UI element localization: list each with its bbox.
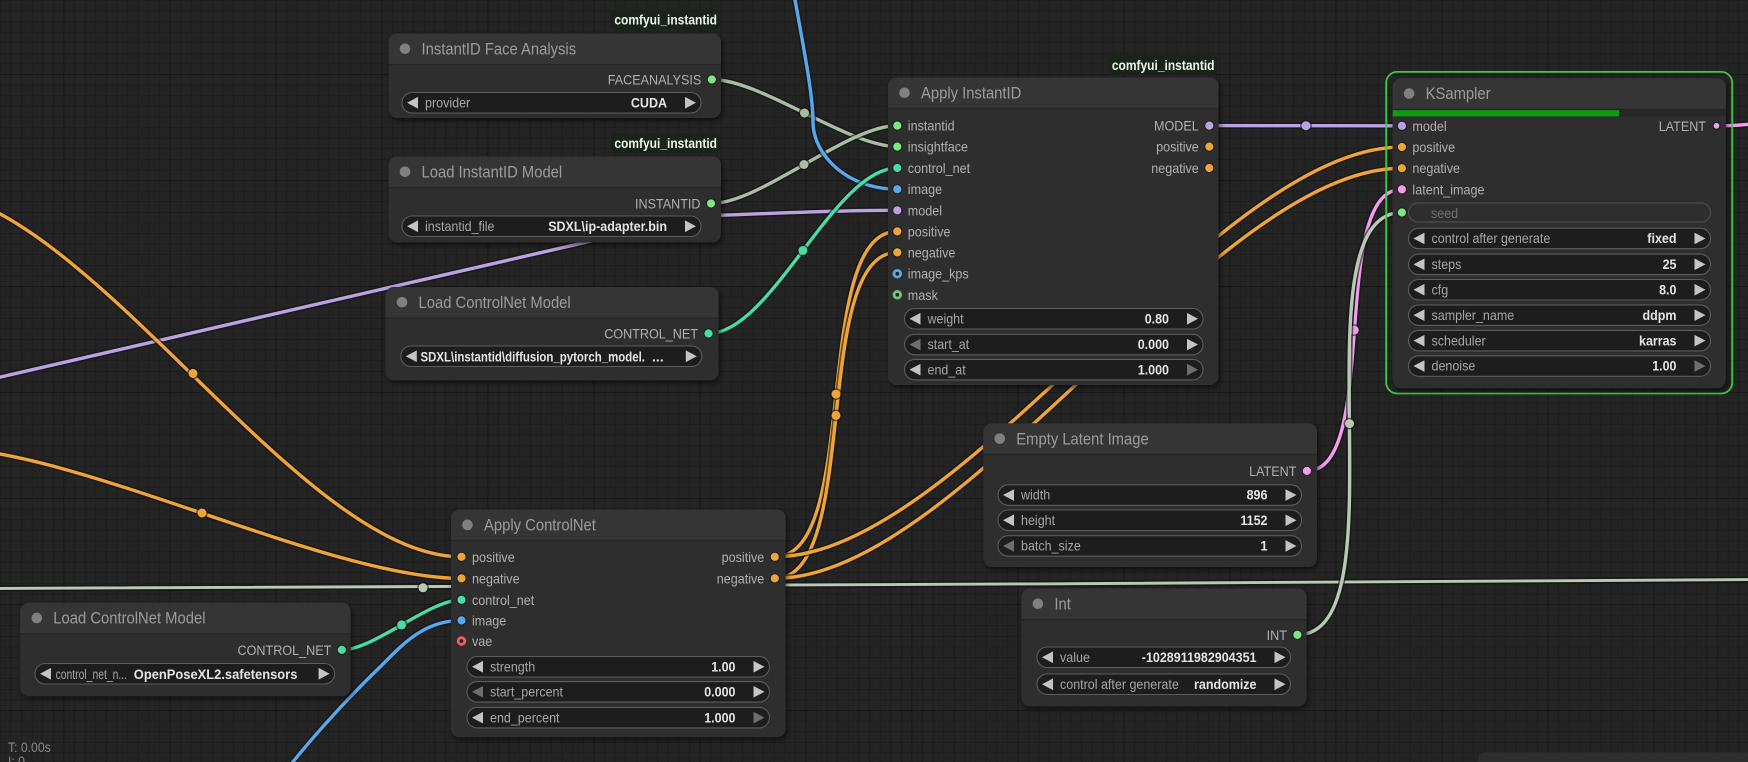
svg-text:1.000: 1.000	[704, 709, 735, 725]
svg-text:CONTROL_NET: CONTROL_NET	[604, 327, 698, 343]
svg-text:Apply InstantID: Apply InstantID	[921, 83, 1021, 102]
svg-text:seed: seed	[1431, 205, 1458, 221]
svg-text:start_percent: start_percent	[490, 683, 563, 699]
svg-text:-1028911982904351: -1028911982904351	[1142, 649, 1257, 665]
svg-text:Empty Latent Image: Empty Latent Image	[1016, 429, 1148, 448]
svg-text:model: model	[908, 203, 942, 219]
svg-text:control_net: control_net	[472, 593, 534, 609]
svg-text:ddpm: ddpm	[1643, 307, 1677, 323]
svg-text:1.000: 1.000	[1138, 361, 1169, 377]
svg-text:OpenPoseXL2.safetensors: OpenPoseXL2.safetensors	[134, 666, 298, 682]
svg-text:negative: negative	[1412, 161, 1460, 177]
svg-text:control after generate: control after generate	[1432, 230, 1551, 246]
svg-text:1152: 1152	[1240, 512, 1267, 528]
svg-text:negative: negative	[472, 571, 520, 587]
svg-text:Load ControlNet Model: Load ControlNet Model	[53, 609, 205, 628]
svg-text:height: height	[1021, 512, 1055, 528]
svg-text:896: 896	[1247, 487, 1268, 503]
svg-text:LATENT: LATENT	[1659, 119, 1707, 135]
svg-text:control after generate: control after generate	[1060, 676, 1179, 692]
svg-text:FACEANALYSIS: FACEANALYSIS	[608, 73, 702, 89]
svg-text:weight: weight	[927, 310, 964, 326]
svg-text:denoise: denoise	[1432, 358, 1476, 374]
svg-text:batch_size: batch_size	[1021, 538, 1081, 554]
svg-text:model: model	[1412, 119, 1446, 135]
svg-text:1.00: 1.00	[1652, 358, 1676, 374]
svg-text:positive: positive	[1412, 140, 1455, 156]
svg-text:positive: positive	[722, 550, 765, 566]
svg-text:image: image	[472, 613, 506, 629]
svg-text:MODEL: MODEL	[1154, 119, 1199, 135]
svg-text:randomize: randomize	[1194, 676, 1257, 692]
svg-text:SDXL\ip-adapter.bin: SDXL\ip-adapter.bin	[548, 218, 667, 234]
svg-text:mask: mask	[908, 288, 939, 304]
svg-text:control_net_n...: control_net_n...	[56, 666, 127, 682]
svg-text:CUDA: CUDA	[631, 94, 667, 110]
svg-text:comfyui_instantid: comfyui_instantid	[1112, 58, 1215, 73]
svg-text:LATENT: LATENT	[1249, 464, 1297, 480]
svg-text:comfyui_instantid: comfyui_instantid	[614, 12, 717, 27]
svg-text:scheduler: scheduler	[1432, 332, 1486, 348]
svg-text:positive: positive	[472, 550, 515, 566]
svg-text:strength: strength	[490, 658, 535, 674]
svg-text:1: 1	[1261, 538, 1268, 554]
svg-text:sampler_name: sampler_name	[1432, 307, 1515, 323]
svg-text:8.0: 8.0	[1659, 281, 1677, 297]
svg-text:InstantID Face Analysis: InstantID Face Analysis	[422, 39, 577, 58]
svg-text:negative: negative	[1151, 161, 1199, 177]
svg-text:negative: negative	[717, 571, 765, 587]
svg-text:value: value	[1060, 649, 1090, 665]
svg-text:positive: positive	[908, 224, 951, 240]
svg-text:instantid: instantid	[908, 119, 955, 135]
svg-text:KSampler: KSampler	[1426, 84, 1491, 103]
svg-text:end_at: end_at	[928, 361, 966, 377]
svg-text:start_at: start_at	[928, 336, 970, 352]
svg-text:steps: steps	[1432, 256, 1462, 272]
svg-text:0.000: 0.000	[1138, 336, 1169, 352]
svg-text:end_percent: end_percent	[490, 709, 560, 725]
svg-text:fixed: fixed	[1647, 230, 1676, 246]
svg-text:latent_image: latent_image	[1412, 182, 1484, 198]
svg-text:comfyui_instantid: comfyui_instantid	[614, 136, 717, 151]
svg-text:I: 0: I: 0	[8, 754, 25, 762]
svg-text:image_kps: image_kps	[908, 267, 969, 283]
svg-text:cfg: cfg	[1432, 281, 1449, 297]
svg-text:karras: karras	[1639, 332, 1677, 348]
svg-text:vae: vae	[472, 634, 492, 650]
svg-text:T: 0.00s: T: 0.00s	[8, 740, 51, 755]
svg-text:image: image	[908, 182, 942, 198]
svg-text:control_net: control_net	[908, 161, 970, 177]
svg-text:INSTANTID: INSTANTID	[635, 197, 701, 213]
svg-text:Load InstantID Model: Load InstantID Model	[422, 162, 563, 181]
svg-text:insightface: insightface	[908, 140, 968, 156]
svg-text:width: width	[1020, 487, 1050, 503]
svg-text:...: ...	[652, 348, 664, 364]
svg-text:1.00: 1.00	[711, 658, 735, 674]
svg-text:0.000: 0.000	[704, 683, 735, 699]
svg-text:negative: negative	[908, 245, 956, 261]
svg-text:0.80: 0.80	[1145, 310, 1169, 326]
svg-text:25: 25	[1663, 256, 1677, 272]
svg-text:Int: Int	[1054, 594, 1071, 613]
svg-text:instantid_file: instantid_file	[425, 218, 495, 234]
svg-text:Load ControlNet Model: Load ControlNet Model	[419, 293, 571, 312]
svg-text:positive: positive	[1156, 140, 1199, 156]
svg-text:SDXL\instantid\diffusion_pytor: SDXL\instantid\diffusion_pytorch_model.	[421, 348, 646, 364]
svg-text:CONTROL_NET: CONTROL_NET	[238, 643, 332, 659]
svg-text:provider: provider	[425, 94, 470, 110]
svg-text:INT: INT	[1267, 628, 1288, 644]
svg-text:Apply ControlNet: Apply ControlNet	[484, 515, 596, 534]
